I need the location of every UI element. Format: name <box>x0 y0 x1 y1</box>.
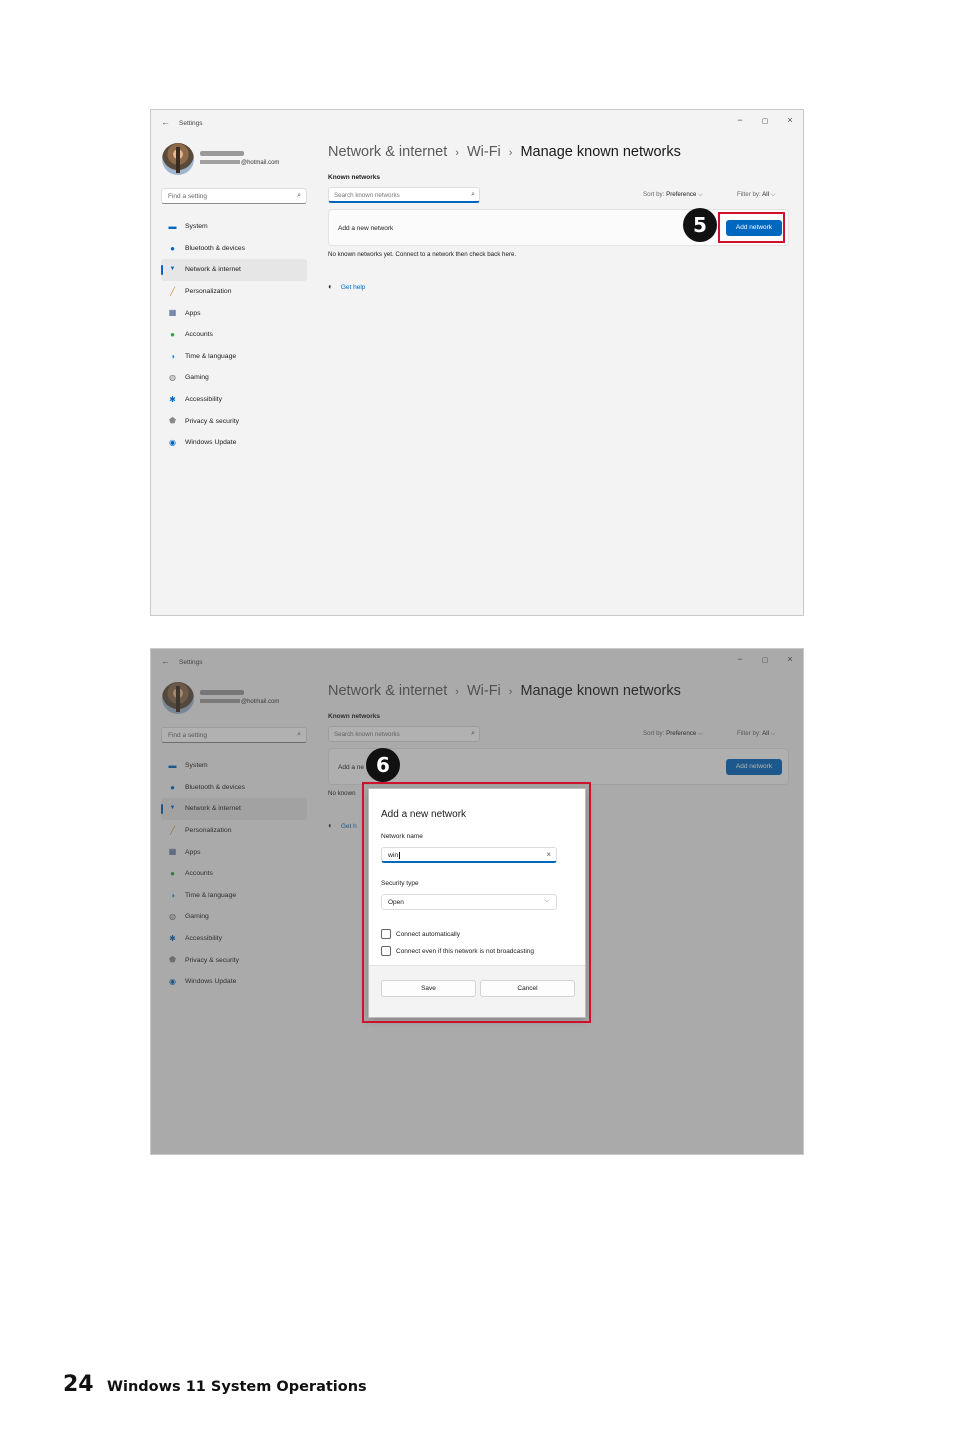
system-icon: ▬ <box>168 222 177 231</box>
bluetooth-icon: ● <box>170 243 175 253</box>
back-arrow-icon[interactable]: ← <box>161 117 170 127</box>
chevron-down-icon: ⌵ <box>770 191 776 198</box>
page-title: Manage known networks <box>520 144 681 160</box>
apps-icon: ▦ <box>168 308 177 318</box>
close-button[interactable]: × <box>783 115 797 125</box>
accessibility-icon: ✱ <box>169 394 176 404</box>
sidebar-item-label: Network & internet <box>185 266 241 274</box>
help-icon: ◐ <box>328 282 333 291</box>
sidebar-item-apps[interactable]: ▦ Apps <box>161 302 307 324</box>
sidebar-item-label: Accessibility <box>185 396 223 404</box>
sidebar-nav: ▬ System ● Bluetooth & devices ▼ Network & … <box>161 216 307 454</box>
maximize-button[interactable]: ▢ <box>758 117 772 125</box>
search-known-networks-input[interactable]: Search known networks ⌕ <box>328 187 480 203</box>
chevron-right-icon: › <box>508 147 513 159</box>
highlight-box-add-network <box>718 212 785 243</box>
sidebar-item-label: Time & language <box>185 352 237 360</box>
breadcrumb-network[interactable]: Network & internet <box>328 144 447 160</box>
chevron-down-icon: ⌵ <box>698 191 703 198</box>
sidebar-item-network[interactable]: ▼ Network & internet <box>161 259 307 281</box>
sidebar-item-gaming[interactable]: ◍ Gaming <box>161 367 307 389</box>
sidebar-item-label: Bluetooth & devices <box>185 244 246 252</box>
section-title: Windows 11 System Operations <box>107 1379 367 1395</box>
sidebar-item-bluetooth[interactable]: ● Bluetooth & devices <box>161 238 307 260</box>
search-known-placeholder: Search known networks <box>334 192 400 199</box>
brush-icon: ╱ <box>170 286 175 296</box>
sidebar-item-system[interactable]: ▬ System <box>161 216 307 238</box>
settings-window-step5: ← Settings − ▢ × @hotmail.com Find a set… <box>150 109 804 616</box>
search-icon: ⌕ <box>471 191 475 198</box>
breadcrumb: Network & internet › Wi-Fi › Manage known ne… <box>328 144 681 160</box>
sidebar-item-label: Apps <box>185 309 201 317</box>
minimize-button[interactable]: − <box>733 115 747 125</box>
get-help-link[interactable]: ◐ Get help <box>328 282 365 291</box>
blurred-username <box>200 151 244 156</box>
breadcrumb-wifi[interactable]: Wi-Fi <box>467 144 501 160</box>
avatar <box>162 143 194 175</box>
wifi-icon: ▼ <box>169 266 176 273</box>
filter-dropdown[interactable]: Filter by: All ⌵ <box>737 191 775 199</box>
window-title: Settings <box>179 120 203 127</box>
sidebar-item-privacy[interactable]: ⬟ Privacy & security <box>161 410 307 432</box>
sort-dropdown[interactable]: Sort by: Preference ⌵ <box>643 191 703 199</box>
sidebar-item-accounts[interactable]: ● Accounts <box>161 324 307 346</box>
update-icon: ◉ <box>169 437 176 447</box>
sidebar-item-label: Personalization <box>185 288 232 296</box>
step-badge-5: 5 <box>683 208 717 242</box>
sidebar-item-label: Privacy & security <box>185 417 240 425</box>
sidebar-item-accessibility[interactable]: ✱ Accessibility <box>161 389 307 411</box>
user-profile: @hotmail.com <box>162 143 312 177</box>
user-email: @hotmail.com <box>200 160 279 166</box>
add-network-label: Add a new network <box>338 225 394 232</box>
find-setting-input[interactable]: Find a setting ⌕ <box>161 188 307 204</box>
no-known-networks-text: No known networks yet. Connect to a netw… <box>328 251 517 258</box>
page-number: 24 <box>63 1372 94 1397</box>
step-badge-6: 6 <box>366 748 400 782</box>
search-icon: ⌕ <box>297 192 301 199</box>
sidebar-item-label: Gaming <box>185 374 209 382</box>
shield-icon: ⬟ <box>169 416 176 426</box>
gamepad-icon: ◍ <box>169 373 176 383</box>
sidebar-item-personalization[interactable]: ╱ Personalization <box>161 281 307 303</box>
highlight-box-dialog <box>362 782 591 1023</box>
globe-icon: ◑ <box>170 351 175 361</box>
known-networks-heading: Known networks <box>328 174 381 181</box>
sidebar-item-label: Windows Update <box>185 439 237 447</box>
sidebar-item-time-language[interactable]: ◑ Time & language <box>161 346 307 368</box>
accounts-icon: ● <box>170 329 175 339</box>
find-setting-placeholder: Find a setting <box>168 193 208 200</box>
sidebar-item-windows-update[interactable]: ◉ Windows Update <box>161 432 307 454</box>
sidebar-item-label: System <box>185 223 208 231</box>
sidebar-item-label: Accounts <box>185 331 213 339</box>
title-bar: ← Settings − ▢ × <box>151 110 803 136</box>
chevron-right-icon: › <box>455 147 459 159</box>
